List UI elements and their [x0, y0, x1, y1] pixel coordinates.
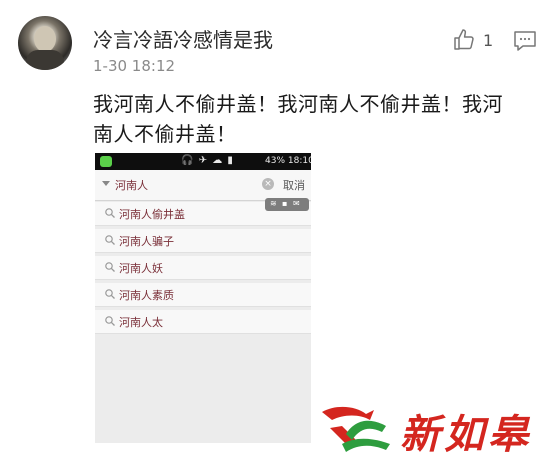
thumbs-up-icon[interactable] [452, 28, 476, 52]
comment-bubble-icon[interactable] [513, 30, 537, 52]
clear-icon[interactable]: × [262, 178, 274, 190]
wifi-icon: ≋ [270, 199, 277, 208]
watermark-text: 新如皋 [400, 411, 532, 458]
list-item[interactable]: 河南人妖 [95, 256, 311, 280]
avatar-body [26, 50, 64, 70]
wifi-badge: ≋ ▪ ✉ [265, 198, 309, 211]
search-input[interactable]: 河南人 [115, 177, 148, 193]
search-bar[interactable]: 河南人 × 取消 [95, 170, 311, 201]
avatar-face [34, 26, 56, 52]
clock: 18:10 [287, 156, 311, 166]
like-count: 1 [483, 31, 494, 50]
app-notification-icon [100, 156, 112, 167]
signal-icon: ▪ [282, 199, 288, 208]
suggestion-text: 河南人太 [119, 316, 163, 329]
comment-timestamp: 1-30 18:12 [93, 57, 176, 75]
search-icon [105, 235, 115, 245]
avatar[interactable] [18, 16, 72, 70]
status-time: 43% 18:10 [265, 156, 311, 166]
status-icons: 🎧 ✈ ☁ ▮ [181, 155, 234, 166]
status-bar: 🎧 ✈ ☁ ▮ 43% 18:10 [95, 153, 311, 170]
comment-text: 我河南人不偷井盖！我河南人不偷井盖！我河南人不偷井盖！ [93, 92, 503, 146]
mail-icon: ✉ [293, 199, 300, 208]
suggestion-text: 河南人素质 [119, 289, 174, 302]
cancel-button[interactable]: 取消 [283, 177, 305, 193]
chevron-down-icon[interactable] [102, 181, 110, 186]
search-icon [105, 316, 115, 326]
list-item[interactable]: 河南人素质 [95, 283, 311, 307]
search-icon [105, 262, 115, 272]
suggestion-text: 河南人骗子 [119, 235, 174, 248]
logo-icon [322, 406, 390, 452]
embedded-screenshot[interactable]: 🎧 ✈ ☁ ▮ 43% 18:10 河南人 × 取消 河南人偷井盖 河南人骗子 … [95, 153, 311, 443]
list-item[interactable]: 河南人骗子 [95, 229, 311, 253]
suggestion-text: 河南人偷井盖 [119, 208, 185, 221]
search-icon [105, 208, 115, 218]
username[interactable]: 冷言冷語冷感情是我 [93, 24, 273, 53]
search-icon [105, 289, 115, 299]
list-item[interactable]: 河南人太 [95, 310, 311, 334]
battery-level: 43% [265, 156, 286, 166]
suggestion-text: 河南人妖 [119, 262, 163, 275]
